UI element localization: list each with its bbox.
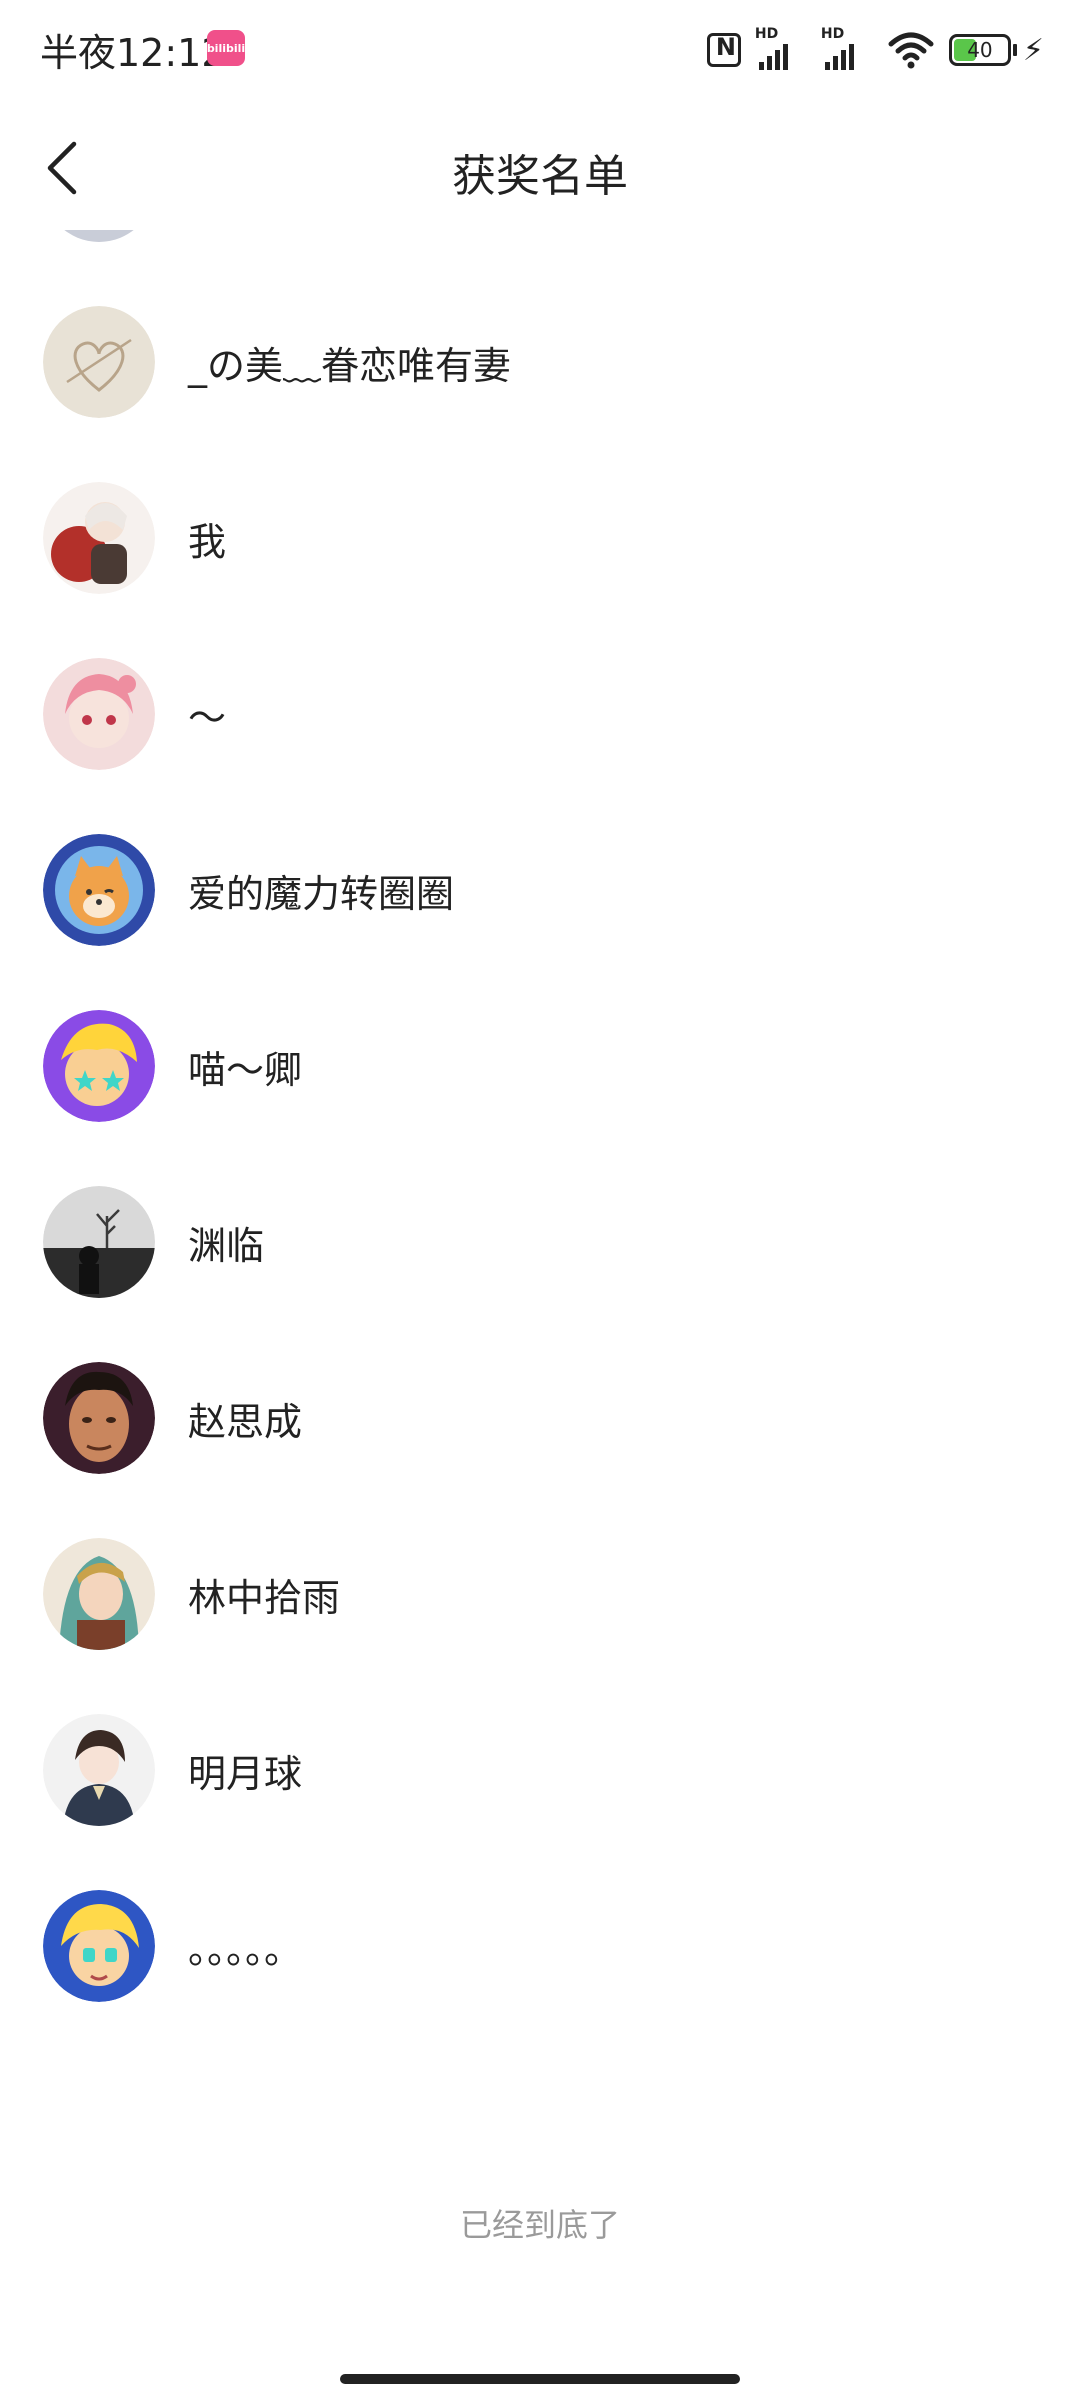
nav-bar: 获奖名单	[0, 110, 1080, 230]
list-end-text: 已经到底了	[459, 2206, 620, 2244]
home-indicator[interactable]	[340, 2374, 740, 2384]
avatar[interactable]	[43, 1010, 155, 1122]
page-title: 获奖名单	[452, 151, 628, 202]
avatar[interactable]	[43, 306, 155, 418]
winner-list-item[interactable]: 喵～卿	[0, 978, 1080, 1154]
user-name: ～	[188, 695, 227, 740]
user-name: 爱的魔力转圈圈	[188, 871, 455, 916]
user-name: 明月球	[188, 1751, 303, 1796]
signal-hd-icon: HD	[821, 26, 873, 70]
avatar[interactable]	[43, 230, 155, 242]
app-badge-label: bilibili	[206, 41, 246, 55]
avatar[interactable]	[43, 1362, 155, 1474]
winner-list-item[interactable]: ～	[0, 626, 1080, 802]
signal-hd-icon: HD	[755, 26, 807, 70]
battery-level: 40	[967, 38, 993, 62]
user-name: 渊临	[188, 1223, 265, 1268]
winner-list-item[interactable]: 戴人	[0, 230, 1080, 274]
user-name: 喵～卿	[188, 1047, 303, 1092]
user-name: 赵思成	[188, 1399, 303, 1444]
nfc-icon	[706, 33, 741, 67]
avatar[interactable]	[43, 658, 155, 770]
battery-icon: 40 ⚡	[948, 32, 1044, 68]
winner-list[interactable]: 戴人 _の美﹏眷恋唯有妻我 ～ 爱的魔力转圈圈喵～卿渊临赵思成林中拾雨明月球。。。。。	[0, 230, 1080, 2100]
winner-list-item[interactable]: 渊临	[0, 1154, 1080, 1330]
avatar[interactable]	[43, 1538, 155, 1650]
avatar[interactable]	[43, 1714, 155, 1826]
user-name: 我	[188, 519, 227, 564]
winner-list-item[interactable]: 爱的魔力转圈圈	[0, 802, 1080, 978]
wifi-icon	[888, 32, 934, 69]
winner-list-item[interactable]: 林中拾雨	[0, 1506, 1080, 1682]
status-time: 半夜12:12	[40, 31, 226, 75]
user-name: 。。。。。	[188, 1927, 303, 1972]
winner-list-item[interactable]: 我	[0, 450, 1080, 626]
winner-list-item[interactable]: 赵思成	[0, 1330, 1080, 1506]
bilibili-app-icon: bilibili	[207, 30, 245, 66]
avatar[interactable]	[43, 482, 155, 594]
avatar[interactable]	[43, 834, 155, 946]
avatar[interactable]	[43, 1186, 155, 1298]
user-name: _の美﹏眷恋唯有妻	[188, 343, 512, 388]
winner-list-item[interactable]: _の美﹏眷恋唯有妻	[0, 274, 1080, 450]
avatar[interactable]	[43, 1890, 155, 2002]
winner-list-item[interactable]: 。。。。。	[0, 1858, 1080, 2034]
status-bar: 半夜12:12 bilibili HD HD 40 ⚡	[0, 0, 1080, 100]
status-icons: HD HD 40 ⚡	[706, 26, 1044, 74]
winner-list-item[interactable]: 明月球	[0, 1682, 1080, 1858]
user-name: 林中拾雨	[188, 1575, 341, 1620]
charging-icon: ⚡	[1022, 32, 1044, 68]
